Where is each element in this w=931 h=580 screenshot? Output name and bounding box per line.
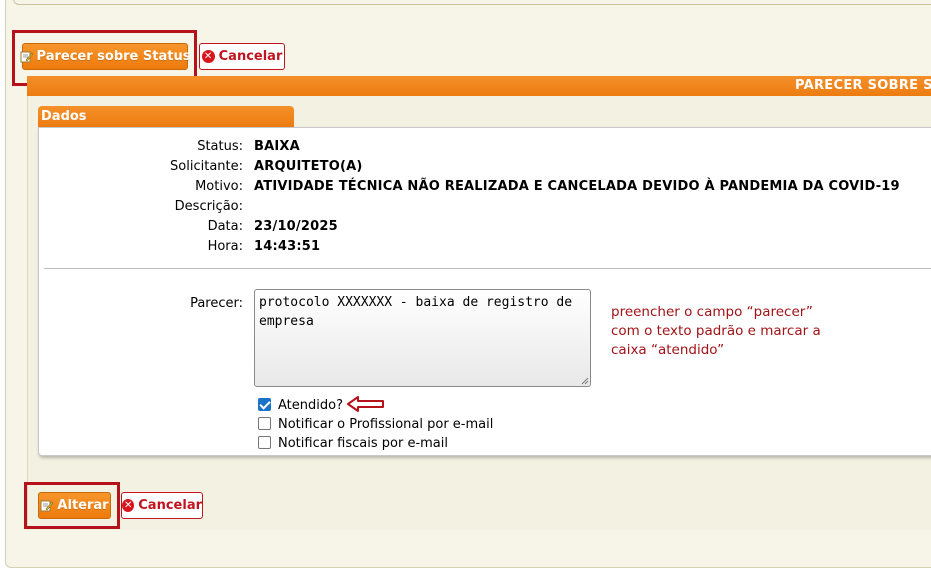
cancel-icon: ✕ xyxy=(122,499,135,512)
status-value: BAIXA xyxy=(254,139,300,154)
atendido-label: Atendido? xyxy=(278,398,343,413)
hora-value: 14:43:51 xyxy=(254,239,321,254)
descricao-label: Descrição: xyxy=(174,199,243,214)
cancel-icon: ✕ xyxy=(201,50,215,63)
cancel-label-bottom: Cancelar xyxy=(138,498,202,513)
motivo-value: ATIVIDADE TÉCNICA NÃO REALIZADA E CANCEL… xyxy=(254,179,900,194)
section-header: PARECER SOBRE S xyxy=(27,76,931,96)
cancel-button-top[interactable]: ✕ Cancelar xyxy=(199,43,285,70)
motivo-label: Motivo: xyxy=(195,179,243,194)
data-label: Data: xyxy=(207,219,243,234)
notificar-fiscais-label: Notificar fiscais por e-mail xyxy=(278,436,448,451)
alterar-label: Alterar xyxy=(57,498,109,513)
cancel-label-top: Cancelar xyxy=(218,49,283,64)
notificar-profissional-label: Notificar o Profissional por e-mail xyxy=(278,417,494,432)
previous-panel-edge xyxy=(13,0,931,5)
parecer-text: protocolo XXXXXXX - baixa de registro de… xyxy=(259,295,580,329)
parecer-textarea[interactable]: protocolo XXXXXXX - baixa de registro de… xyxy=(254,289,591,387)
divider xyxy=(44,268,931,269)
status-label: Status: xyxy=(197,139,243,154)
left-arrow-icon xyxy=(347,396,384,412)
cancel-button-bottom[interactable]: ✕ Cancelar xyxy=(121,492,203,519)
instruction-annotation: preencher o campo “parecer” com o texto … xyxy=(611,304,821,358)
data-value: 23/10/2025 xyxy=(254,219,338,234)
resize-grip-icon[interactable] xyxy=(581,377,589,385)
alterar-button[interactable]: Alterar xyxy=(38,492,111,519)
atendido-checkbox[interactable] xyxy=(258,398,271,411)
solicitante-label: Solicitante: xyxy=(170,159,243,174)
hora-label: Hora: xyxy=(207,239,243,254)
dados-tab: Dados xyxy=(38,106,294,127)
section-title: PARECER SOBRE S xyxy=(795,78,931,93)
parecer-label: Parecer: xyxy=(190,296,243,311)
solicitante-value: ARQUITETO(A) xyxy=(254,159,363,174)
edit-icon xyxy=(40,499,54,512)
edit-icon xyxy=(20,50,33,63)
parecer-status-button[interactable]: Parecer sobre Status xyxy=(20,43,191,70)
notificar-fiscais-checkbox[interactable] xyxy=(258,436,271,449)
parecer-status-label: Parecer sobre Status xyxy=(36,49,191,64)
notificar-profissional-checkbox[interactable] xyxy=(258,417,271,430)
